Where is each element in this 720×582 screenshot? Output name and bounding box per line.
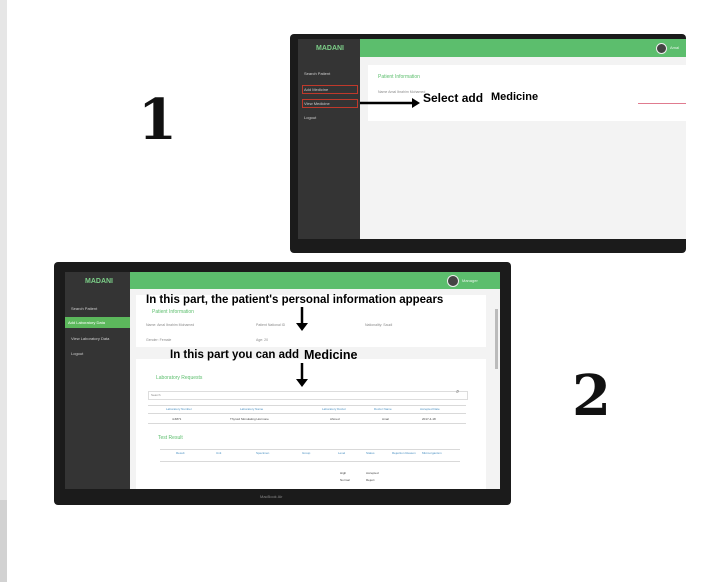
lab-requests-title: Laboratory Requests xyxy=(156,375,203,381)
sidebar-2: MADANI Search Patient Add Laboratory Dat… xyxy=(65,272,130,489)
header-lab-doctor: Laboratory Doctor xyxy=(322,407,347,411)
table-rule xyxy=(148,405,466,406)
header-accepted-date: Accepted Date xyxy=(420,407,440,411)
arrow-down-icon-2 xyxy=(296,363,308,387)
step-number-1: 1 xyxy=(138,87,177,153)
avatar-name: Amal xyxy=(670,45,680,50)
screenshot-1: MADANI Search Patient Add Medicine View … xyxy=(290,34,686,253)
avatar[interactable] xyxy=(447,275,459,287)
result-header: Microorganism xyxy=(422,451,442,455)
table-rule xyxy=(148,413,466,414)
topbar-2: Manager xyxy=(130,272,500,289)
section-title-2: Patient Information xyxy=(152,309,194,315)
laptop-base-label: MacBook Air xyxy=(260,494,283,499)
search-input[interactable]: Search xyxy=(148,391,468,400)
arrow-down-icon-1 xyxy=(296,307,308,331)
app-logo-2: MADANI xyxy=(85,278,113,285)
table-row-cell[interactable]: Thyroid Stimulating Hormone xyxy=(230,417,269,421)
search-placeholder: Search xyxy=(151,393,161,397)
info-field-nationality: Nationality: Saudi xyxy=(365,323,393,327)
header-doctor-name: Doctor Name xyxy=(374,407,392,411)
level-option-high[interactable]: High xyxy=(340,471,346,475)
sidebar-1: MADANI Search Patient Add Medicine View … xyxy=(298,39,360,239)
result-header: Unit xyxy=(216,451,222,455)
table-rule xyxy=(160,449,460,450)
result-header: Specimen xyxy=(256,451,270,455)
caption-select-add: Select add xyxy=(423,91,484,105)
result-header: Rejection Reason xyxy=(392,451,416,455)
sidebar-item-search[interactable]: Search Patient xyxy=(71,306,97,311)
result-header: Level xyxy=(338,451,346,455)
result-header: Group xyxy=(302,451,311,455)
content-1: Patient Information Name Amal Ibrahim Mo… xyxy=(360,57,686,239)
screen-1: MADANI Search Patient Add Medicine View … xyxy=(298,39,686,239)
level-option-normal[interactable]: Normal xyxy=(340,478,350,482)
app-logo-1: MADANI xyxy=(316,45,344,52)
caption-medicine-1: Medicine xyxy=(491,91,539,103)
table-rule xyxy=(160,461,460,462)
caption-personal-info: In this part, the patient's personal inf… xyxy=(146,294,444,306)
red-highlight-line xyxy=(638,103,686,104)
info-field-age: Age: 20 xyxy=(256,338,269,342)
result-header: Result xyxy=(176,451,185,455)
result-header: Status xyxy=(366,451,375,455)
table-row-cell[interactable]: Ahmed xyxy=(330,417,340,421)
info-field-name: Name: Amal Ibrahim Mohamed xyxy=(146,323,195,327)
sidebar-item-logout[interactable]: Logout xyxy=(304,115,316,120)
sidebar-item-add-lab-data[interactable]: Add Laboratory Data xyxy=(65,317,130,328)
sidebar-item-search[interactable]: Search Patient xyxy=(304,71,330,76)
caption-medicine-2: Medicine xyxy=(304,348,358,362)
page-edge xyxy=(0,0,7,582)
table-rule xyxy=(148,423,466,424)
table-row-cell[interactable]: 4-6871 xyxy=(172,417,181,421)
table-row-cell[interactable]: 2017-4-18 xyxy=(422,417,436,421)
avatar[interactable] xyxy=(656,43,667,54)
test-result-title: Test Result xyxy=(158,435,183,441)
arrow-icon-1 xyxy=(360,98,420,108)
sidebar-item-view-medicine[interactable]: View Medicine xyxy=(302,99,358,108)
avatar-name: Manager xyxy=(462,278,478,283)
sidebar-item-view-lab-data[interactable]: View Laboratory Data xyxy=(71,336,109,341)
page-edge-shadow xyxy=(0,500,7,582)
scrollbar[interactable] xyxy=(495,309,498,369)
sidebar-item-logout[interactable]: Logout xyxy=(71,351,83,356)
search-icon[interactable]: ⌕ xyxy=(456,389,459,396)
content-2: Patient Information Name: Amal Ibrahim M… xyxy=(130,289,500,489)
caption-you-can-add: In this part you can add xyxy=(170,349,300,361)
step-number-2: 2 xyxy=(572,363,611,429)
info-field-national-id: Patient National ID xyxy=(256,323,286,327)
header-lab-number: Laboratory Number xyxy=(166,407,192,411)
sidebar-item-add-medicine[interactable]: Add Medicine xyxy=(302,85,358,94)
info-field-gender: Gender: Female xyxy=(146,338,172,342)
patient-name-field: Name Amal Ibrahim Mohamed xyxy=(378,90,426,94)
status-option-reject[interactable]: Reject xyxy=(366,478,375,482)
topbar-1: Amal xyxy=(360,39,686,57)
status-option-accepted[interactable]: Accepted xyxy=(366,471,379,475)
section-title-1: Patient Information xyxy=(378,74,420,80)
header-lab-name: Laboratory Name xyxy=(240,407,264,411)
table-row-cell[interactable]: Amal xyxy=(382,417,389,421)
